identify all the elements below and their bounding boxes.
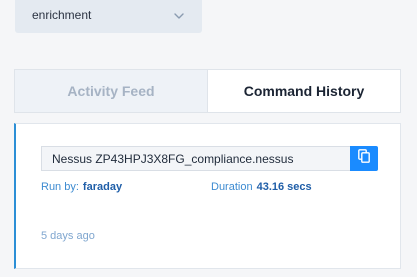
tab-command-history-label: Command History <box>243 83 365 99</box>
duration-value: 43.16 secs <box>256 181 312 193</box>
tab-activity-feed[interactable]: Activity Feed <box>15 70 208 112</box>
duration-label: Duration <box>211 181 253 193</box>
copy-icon <box>358 149 370 168</box>
command-history-panel: enrichment Activity Feed Command History… <box>0 0 417 277</box>
meta-row: Run by: faraday Duration 43.16 secs <box>41 181 381 197</box>
run-by: Run by: faraday <box>41 181 122 193</box>
tab-bar: Activity Feed Command History <box>14 69 401 113</box>
duration: Duration 43.16 secs <box>211 181 312 193</box>
run-by-value: faraday <box>82 181 123 193</box>
filter-dropdown[interactable]: enrichment <box>15 0 202 33</box>
timestamp: 5 days ago <box>41 230 95 242</box>
tab-command-history[interactable]: Command History <box>208 70 400 112</box>
file-row: Nessus ZP43HPJ3X8FG_compliance.nessus <box>41 146 378 171</box>
file-name-field[interactable]: Nessus ZP43HPJ3X8FG_compliance.nessus <box>41 146 350 171</box>
run-by-label: Run by: <box>41 181 79 193</box>
command-history-item: Nessus ZP43HPJ3X8FG_compliance.nessus Ru… <box>14 123 401 269</box>
tab-activity-feed-label: Activity Feed <box>67 83 155 99</box>
chevron-down-icon <box>172 9 186 23</box>
filter-dropdown-value: enrichment <box>32 8 92 22</box>
copy-button[interactable] <box>350 146 378 171</box>
